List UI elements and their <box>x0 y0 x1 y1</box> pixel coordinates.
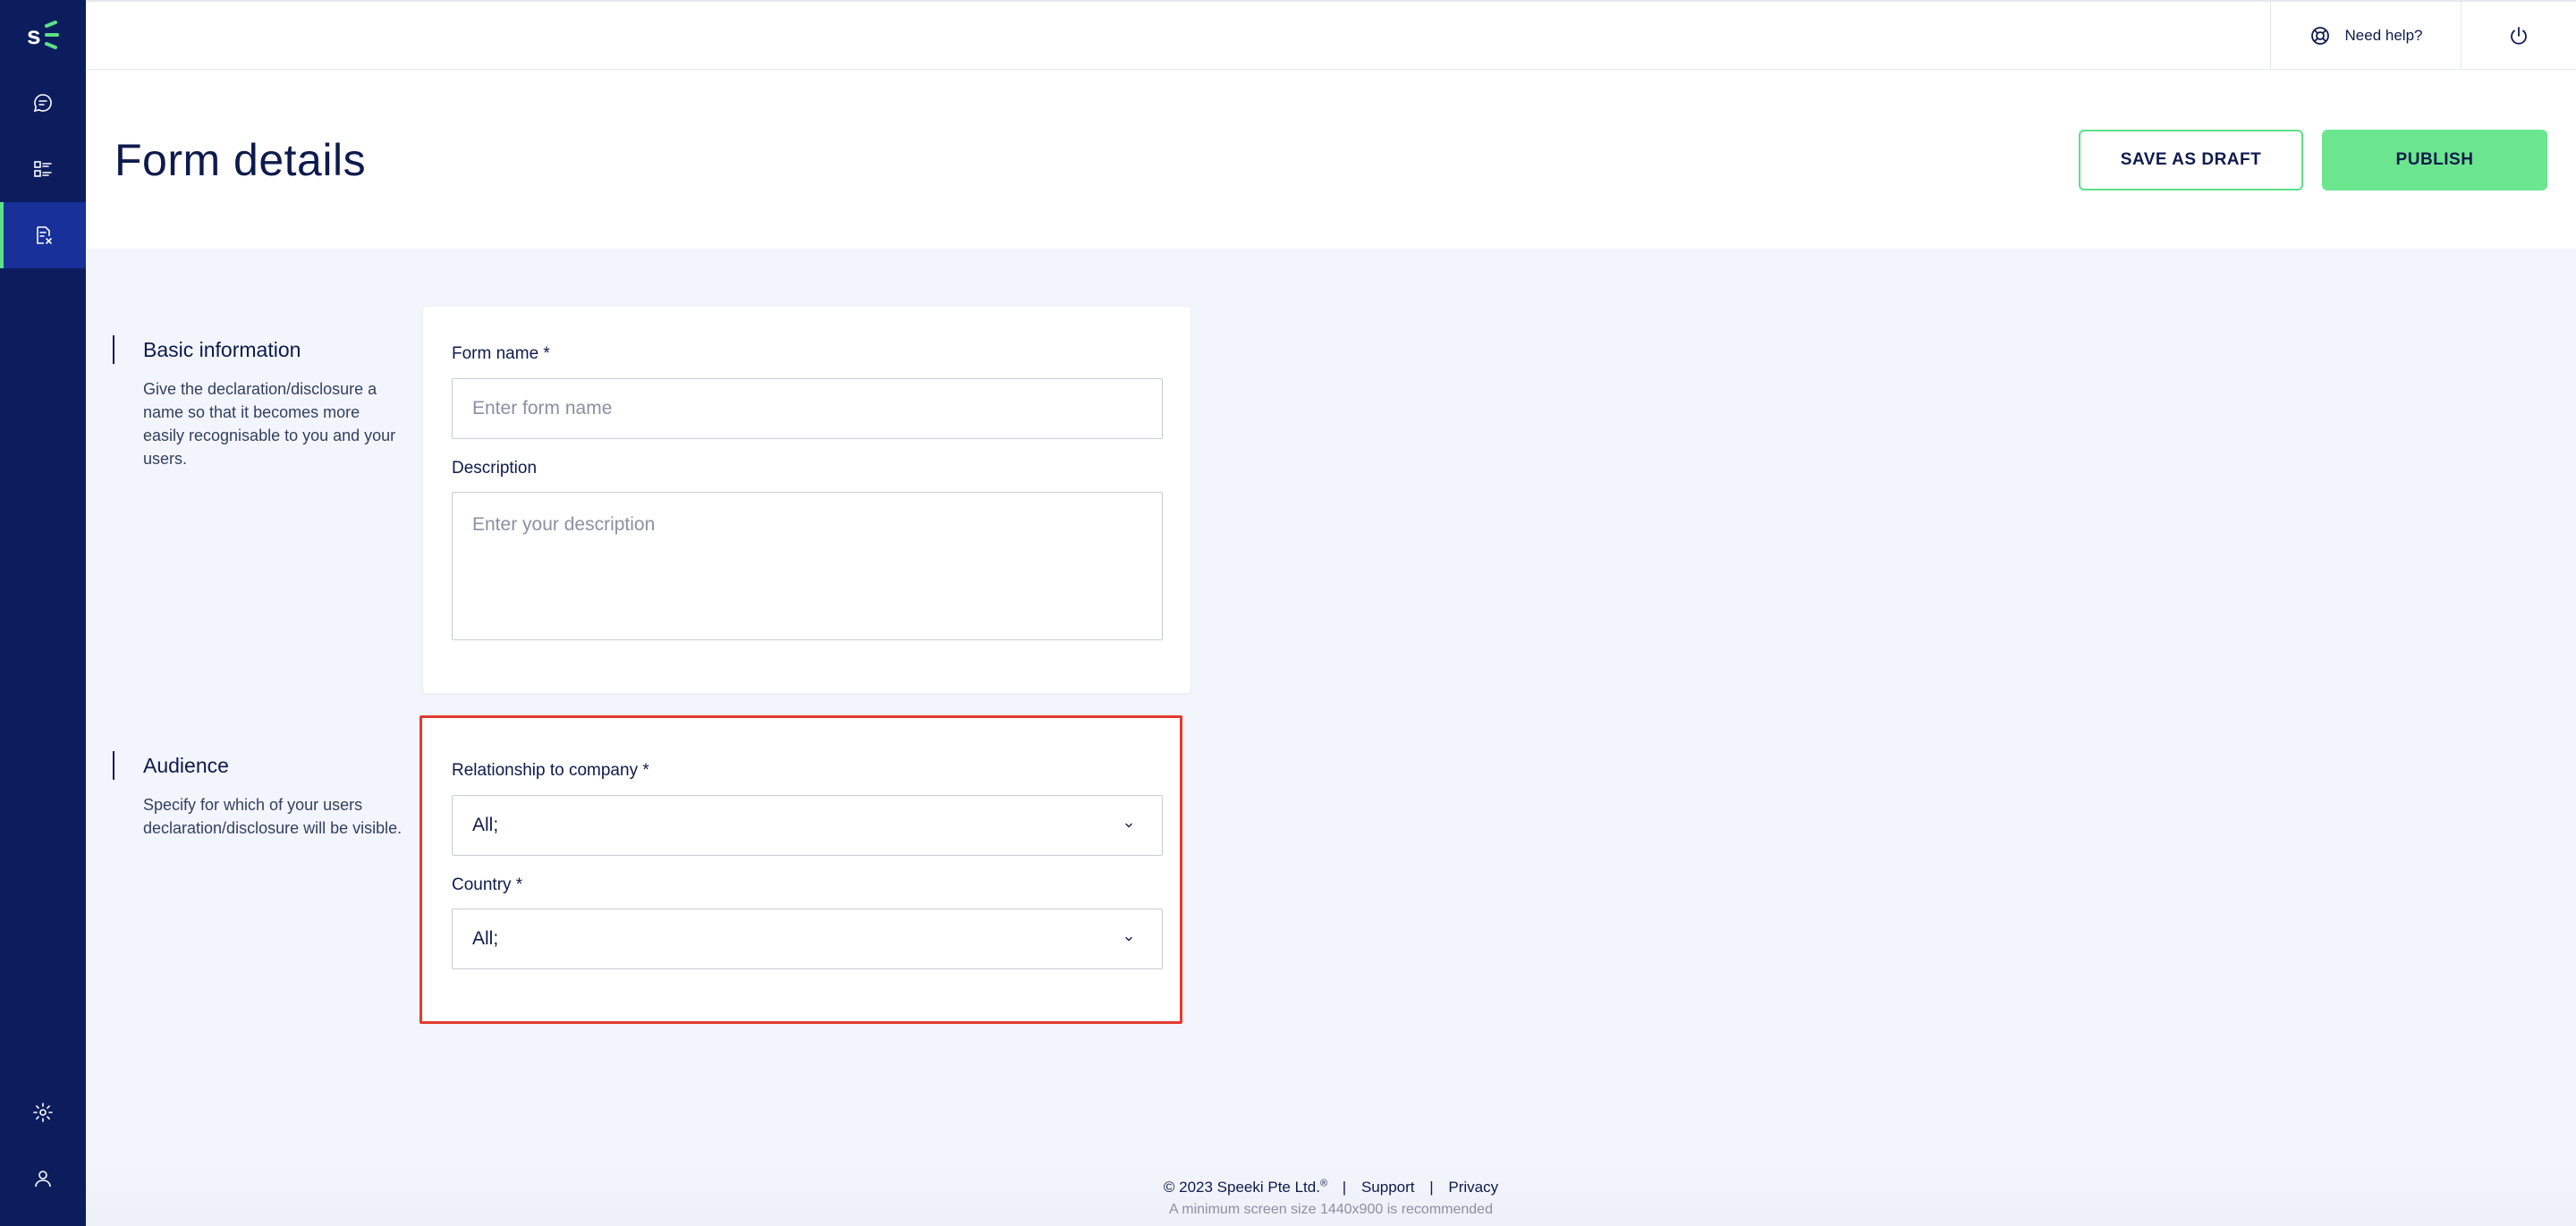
page-header: Form details SAVE AS DRAFT PUBLISH <box>86 70 2576 249</box>
s-logo-icon: s <box>27 21 59 49</box>
copyright: © 2023 Speeki Pte Ltd. <box>1163 1178 1320 1196</box>
basic-info-card: Form name * Enter form name Description … <box>423 307 1191 693</box>
basic-info-heading: Basic information <box>113 335 301 364</box>
sidebar-item-settings[interactable] <box>0 1079 86 1146</box>
save-as-draft-button[interactable]: SAVE AS DRAFT <box>2079 130 2303 190</box>
support-link[interactable]: Support <box>1361 1179 1415 1196</box>
privacy-link[interactable]: Privacy <box>1448 1179 1498 1196</box>
sidebar-item-forms[interactable] <box>0 202 86 268</box>
audience-card-body: Relationship to company * All; Country *… <box>422 718 1180 1021</box>
chevron-down-icon <box>1125 936 1132 942</box>
description-textarea[interactable]: Enter your description <box>452 492 1163 640</box>
user-icon <box>35 1171 51 1188</box>
gear-icon <box>33 1103 53 1122</box>
audience-description: Specify for which of your users declarat… <box>143 796 402 837</box>
svg-text:s: s <box>27 21 41 49</box>
need-help-label: Need help? <box>2344 27 2423 44</box>
description-placeholder: Enter your description <box>472 514 656 535</box>
app-root: s Need help? Form details SAVE AS DRAFT … <box>0 0 2576 1226</box>
description-label: Description <box>452 459 538 478</box>
footer-separator: | <box>1429 1178 1434 1196</box>
audience-title: Audience <box>143 754 229 777</box>
country-select[interactable]: All; <box>452 909 1163 969</box>
need-help-button[interactable]: Need help? <box>2270 2 2462 70</box>
registered-mark: ® <box>1319 1178 1328 1188</box>
footer-separator: | <box>1342 1178 1347 1196</box>
page-title: Form details <box>114 135 367 185</box>
basic-info-title: Basic information <box>143 338 301 361</box>
screen-size-note: A minimum screen size 1440x900 is recomm… <box>1169 1202 1493 1217</box>
audience-heading: Audience <box>113 751 229 780</box>
relationship-value: All; <box>472 815 499 835</box>
chevron-down-icon <box>1125 823 1132 828</box>
relationship-select[interactable]: All; <box>452 795 1163 856</box>
sidebar: s <box>0 0 86 1226</box>
sidebar-item-checklist[interactable] <box>0 136 86 202</box>
audience-card: Relationship to company * All; Country *… <box>419 715 1182 1024</box>
speeki-logo[interactable]: s <box>0 0 86 70</box>
footer-links: © 2023 Speeki Pte Ltd.® | Support | Priv… <box>86 1178 2576 1196</box>
country-value: All; <box>472 928 499 949</box>
footer: © 2023 Speeki Pte Ltd.® | Support | Priv… <box>86 1163 2576 1226</box>
logout-button[interactable] <box>2462 2 2576 70</box>
power-icon <box>2511 27 2527 45</box>
top-bar: Need help? <box>86 0 2576 70</box>
publish-button[interactable]: PUBLISH <box>2322 130 2547 190</box>
form-edit-icon <box>37 226 52 244</box>
form-name-label: Form name * <box>452 344 550 363</box>
relationship-label: Relationship to company * <box>452 761 649 780</box>
lifebuoy-icon <box>2310 27 2329 45</box>
chat-bubble-icon <box>33 94 52 113</box>
checklist-icon <box>34 161 52 177</box>
sidebar-item-chat[interactable] <box>0 70 86 136</box>
country-label: Country * <box>452 875 523 894</box>
form-name-placeholder: Enter form name <box>472 398 613 419</box>
sidebar-item-profile[interactable] <box>0 1146 86 1212</box>
basic-info-description: Give the declaration/disclosure a name s… <box>143 380 396 468</box>
form-name-input[interactable]: Enter form name <box>452 378 1163 439</box>
copyright-text: © 2023 Speeki Pte Ltd.® <box>1163 1178 1328 1196</box>
